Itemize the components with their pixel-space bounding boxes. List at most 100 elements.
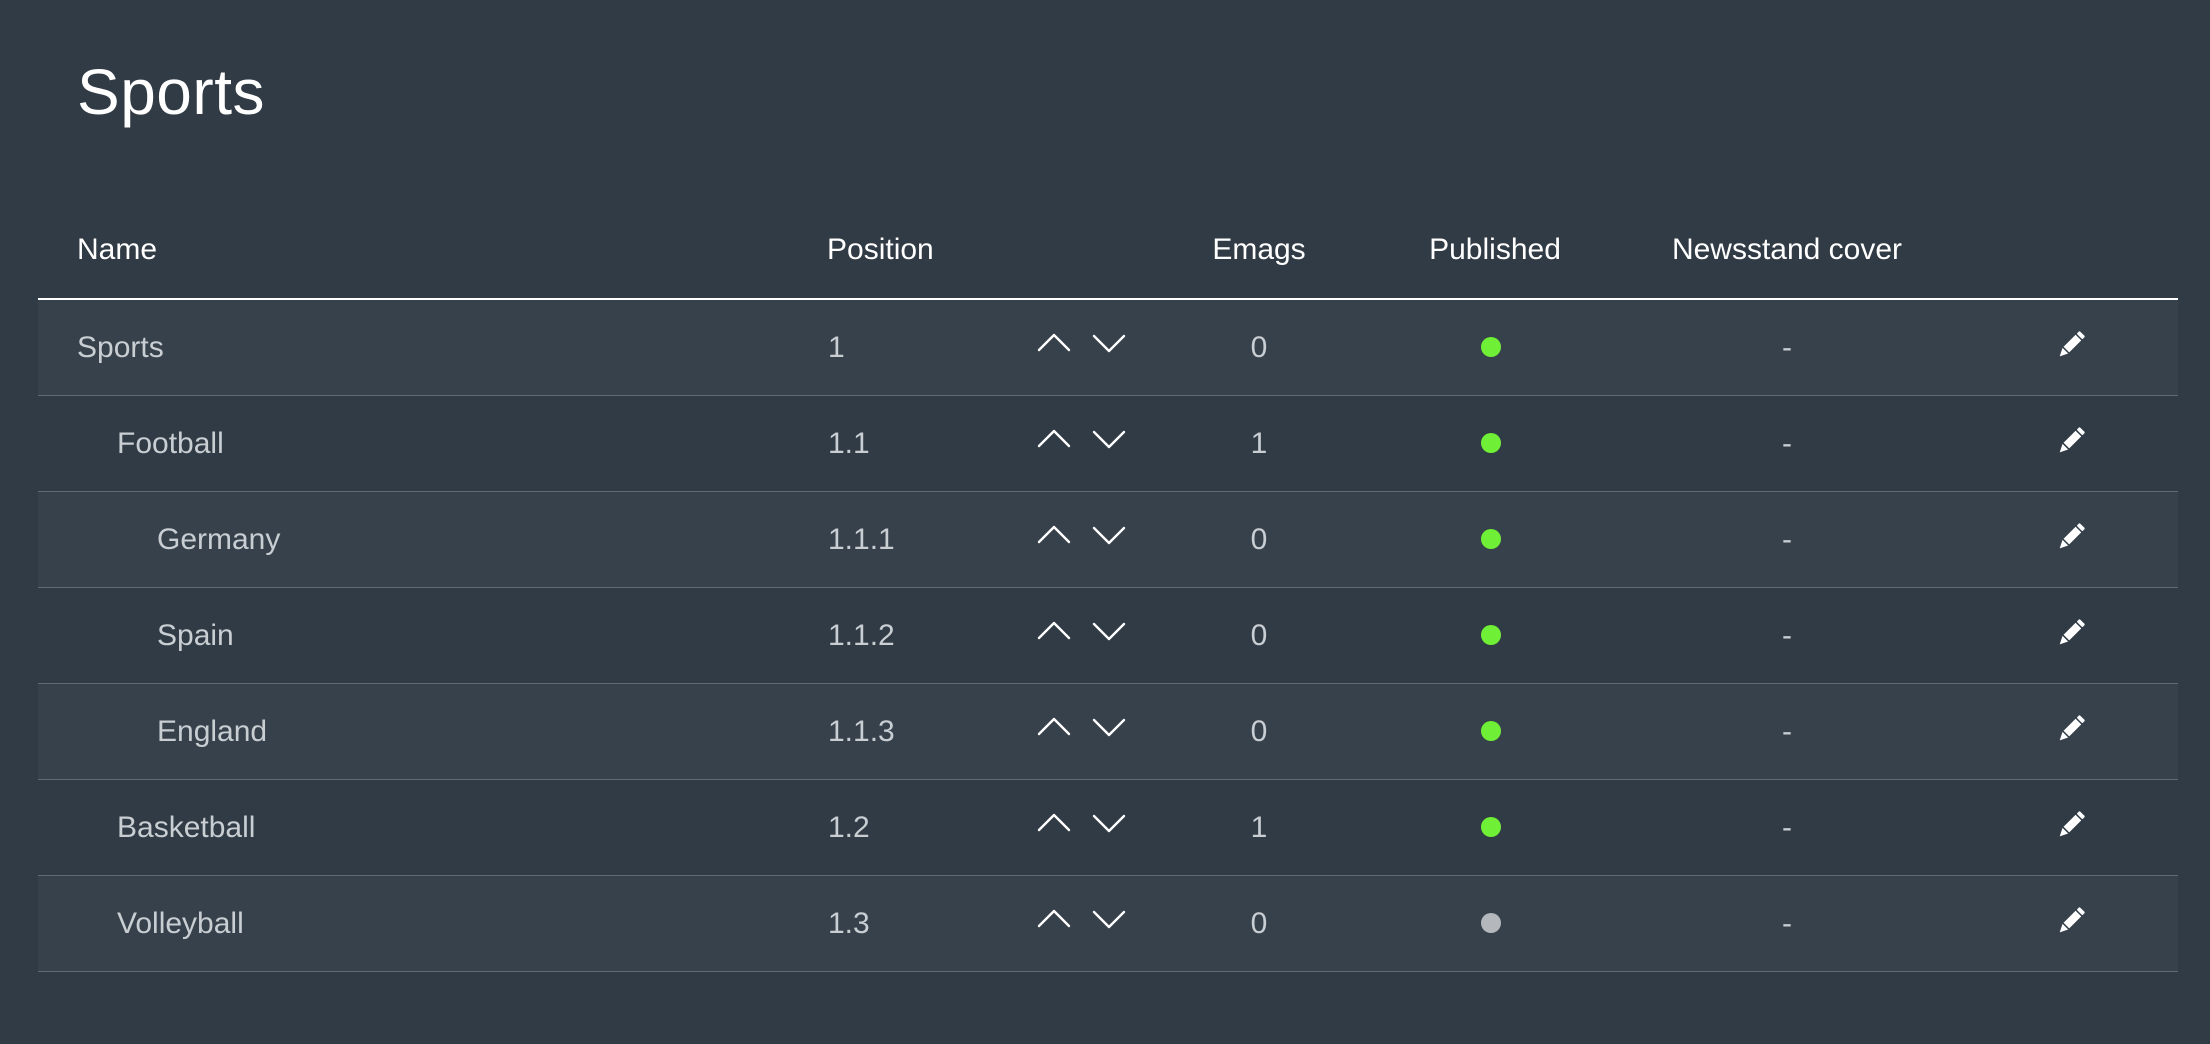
edit-button[interactable] [2054, 328, 2088, 362]
newsstand-cover-value: - [1782, 427, 1792, 460]
column-header-position[interactable]: Position [827, 230, 934, 270]
emags-count: 0 [1250, 715, 1268, 748]
table-row: Basketball 1.2 1 - [38, 780, 2178, 876]
published-cell [1455, 588, 1535, 683]
chevron-down-icon [1092, 526, 1126, 545]
status-dot-icon [1481, 913, 1501, 933]
move-down-button[interactable] [1091, 426, 1127, 452]
chevron-down-icon [1092, 910, 1126, 929]
pencil-icon [2059, 427, 2085, 453]
edit-button[interactable] [2054, 616, 2088, 650]
published-cell [1455, 300, 1535, 395]
move-down-button[interactable] [1091, 810, 1127, 836]
category-name[interactable]: Sports [77, 300, 164, 395]
edit-button[interactable] [2054, 712, 2088, 746]
move-down-button[interactable] [1091, 522, 1127, 548]
pencil-icon [2059, 715, 2085, 741]
categories-table: Name Position Emags Published Newsstand … [38, 212, 2178, 972]
category-name[interactable]: Basketball [117, 780, 255, 875]
pencil-icon [2059, 331, 2085, 357]
move-down-button[interactable] [1091, 906, 1127, 932]
emags-count: 0 [1250, 619, 1268, 652]
chevron-down-icon [1092, 430, 1126, 449]
pencil-icon [2059, 523, 2085, 549]
status-dot-icon [1481, 433, 1501, 453]
category-position: 1.1.1 [828, 523, 895, 556]
pencil-icon [2059, 907, 2085, 933]
category-name[interactable]: Spain [157, 588, 234, 683]
move-up-button[interactable] [1036, 330, 1072, 356]
table-header: Name Position Emags Published Newsstand … [38, 212, 2178, 300]
move-up-button[interactable] [1036, 522, 1072, 548]
newsstand-cover-value: - [1782, 811, 1792, 844]
chevron-up-icon [1037, 909, 1071, 928]
move-up-button[interactable] [1036, 714, 1072, 740]
chevron-down-icon [1092, 718, 1126, 737]
move-down-button[interactable] [1091, 618, 1127, 644]
status-dot-icon [1481, 529, 1501, 549]
emags-count: 1 [1250, 811, 1268, 844]
chevron-up-icon [1037, 429, 1071, 448]
status-dot-icon [1481, 337, 1501, 357]
move-up-button[interactable] [1036, 906, 1072, 932]
table-row: Spain 1.1.2 0 - [38, 588, 2178, 684]
emags-count: 1 [1250, 427, 1268, 460]
table-row: Sports 1 0 - [38, 300, 2178, 396]
published-cell [1455, 492, 1535, 587]
table-row: England 1.1.3 0 - [38, 684, 2178, 780]
edit-button[interactable] [2054, 904, 2088, 938]
move-up-button[interactable] [1036, 426, 1072, 452]
category-position: 1 [828, 331, 845, 364]
newsstand-cover-value: - [1782, 907, 1792, 940]
newsstand-cover-value: - [1782, 331, 1792, 364]
chevron-up-icon [1037, 813, 1071, 832]
status-dot-icon [1481, 721, 1501, 741]
category-name[interactable]: Football [117, 396, 224, 491]
pencil-icon [2059, 619, 2085, 645]
edit-button[interactable] [2054, 808, 2088, 842]
published-cell [1455, 396, 1535, 491]
table-row: Football 1.1 1 - [38, 396, 2178, 492]
column-header-newsstand-cover[interactable]: Newsstand cover [1637, 230, 1937, 270]
chevron-up-icon [1037, 621, 1071, 640]
categories-page: Sports Name Position Emags Published New… [0, 0, 2210, 1044]
edit-button[interactable] [2054, 520, 2088, 554]
chevron-up-icon [1037, 333, 1071, 352]
column-header-name[interactable]: Name [77, 230, 157, 270]
published-cell [1455, 684, 1535, 779]
pencil-icon [2059, 811, 2085, 837]
category-name[interactable]: Volleyball [117, 876, 244, 971]
move-down-button[interactable] [1091, 714, 1127, 740]
chevron-down-icon [1092, 622, 1126, 641]
emags-count: 0 [1250, 907, 1268, 940]
move-down-button[interactable] [1091, 330, 1127, 356]
category-name[interactable]: Germany [157, 492, 280, 587]
edit-button[interactable] [2054, 424, 2088, 458]
published-cell [1455, 780, 1535, 875]
newsstand-cover-value: - [1782, 523, 1792, 556]
status-dot-icon [1481, 817, 1501, 837]
status-dot-icon [1481, 625, 1501, 645]
category-position: 1.3 [828, 907, 870, 940]
chevron-up-icon [1037, 717, 1071, 736]
category-position: 1.2 [828, 811, 870, 844]
emags-count: 0 [1250, 331, 1268, 364]
table-row: Volleyball 1.3 0 - [38, 876, 2178, 972]
category-position: 1.1.2 [828, 619, 895, 652]
table-row: Germany 1.1.1 0 - [38, 492, 2178, 588]
column-header-emags[interactable]: Emags [1179, 230, 1339, 270]
move-up-button[interactable] [1036, 618, 1072, 644]
newsstand-cover-value: - [1782, 619, 1792, 652]
page-title: Sports [77, 56, 265, 128]
chevron-down-icon [1092, 334, 1126, 353]
chevron-up-icon [1037, 525, 1071, 544]
table-body: Sports 1 0- Football 1.1 1- Germany 1.1.1 0- Spai… [38, 300, 2178, 972]
category-name[interactable]: England [157, 684, 267, 779]
category-position: 1.1.3 [828, 715, 895, 748]
newsstand-cover-value: - [1782, 715, 1792, 748]
published-cell [1455, 876, 1535, 971]
emags-count: 0 [1250, 523, 1268, 556]
column-header-published[interactable]: Published [1375, 230, 1615, 270]
category-position: 1.1 [828, 427, 870, 460]
move-up-button[interactable] [1036, 810, 1072, 836]
